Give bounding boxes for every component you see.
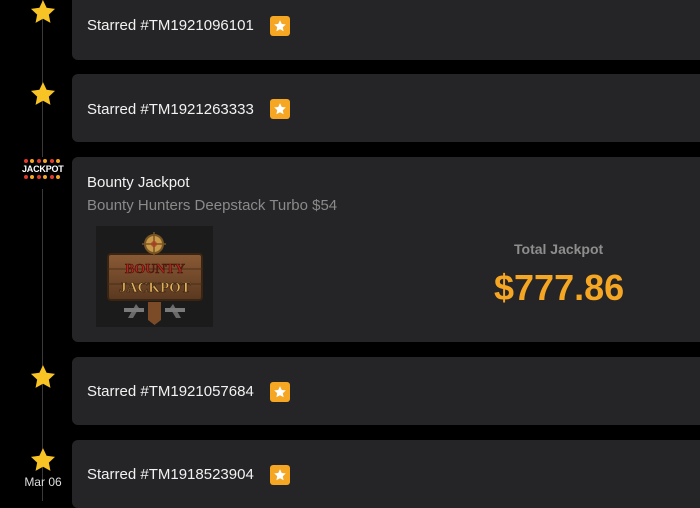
timeline-card-starred[interactable]: Starred #TM1918523904 [72, 440, 700, 508]
star-badge-icon[interactable] [270, 382, 290, 402]
thumbnail-word-2: JACKPOT [119, 280, 191, 296]
star-badge-icon[interactable] [270, 465, 290, 485]
star-badge-icon[interactable] [270, 16, 290, 36]
timeline-star-icon [30, 0, 56, 23]
star-badge-icon[interactable] [270, 99, 290, 119]
timeline-date: Mar 06 [24, 475, 62, 489]
jackpot-icon-label: JACKPOT [22, 164, 64, 174]
thumbnail-word-1: BOUNTY [125, 262, 185, 277]
starred-label: Starred #TM1921263333 [87, 101, 254, 118]
jackpot-icon: JACKPOT [22, 157, 64, 189]
jackpot-subtitle: Bounty Hunters Deepstack Turbo $54 [87, 197, 338, 214]
timeline-card-starred[interactable]: Starred #TM1921263333 [72, 74, 700, 142]
jackpot-title: Bounty Jackpot [87, 174, 190, 191]
total-jackpot-value: $777.86 [494, 267, 625, 308]
timeline-card-jackpot[interactable]: Bounty Jackpot Bounty Hunters Deepstack … [72, 157, 700, 342]
total-jackpot-label: Total Jackpot [514, 241, 604, 257]
timeline-line [42, 0, 43, 501]
starred-label: Starred #TM1921057684 [87, 383, 254, 400]
bounty-jackpot-thumbnail: BOUNTY JACKPOT [96, 226, 213, 327]
timeline-star-icon [30, 82, 56, 105]
starred-label: Starred #TM1921096101 [87, 17, 254, 34]
timeline-star-icon [30, 448, 56, 471]
timeline-star-icon [30, 365, 56, 388]
starred-label: Starred #TM1918523904 [87, 466, 254, 483]
timeline-card-starred[interactable]: Starred #TM1921096101 [72, 0, 700, 60]
timeline-card-starred[interactable]: Starred #TM1921057684 [72, 357, 700, 425]
